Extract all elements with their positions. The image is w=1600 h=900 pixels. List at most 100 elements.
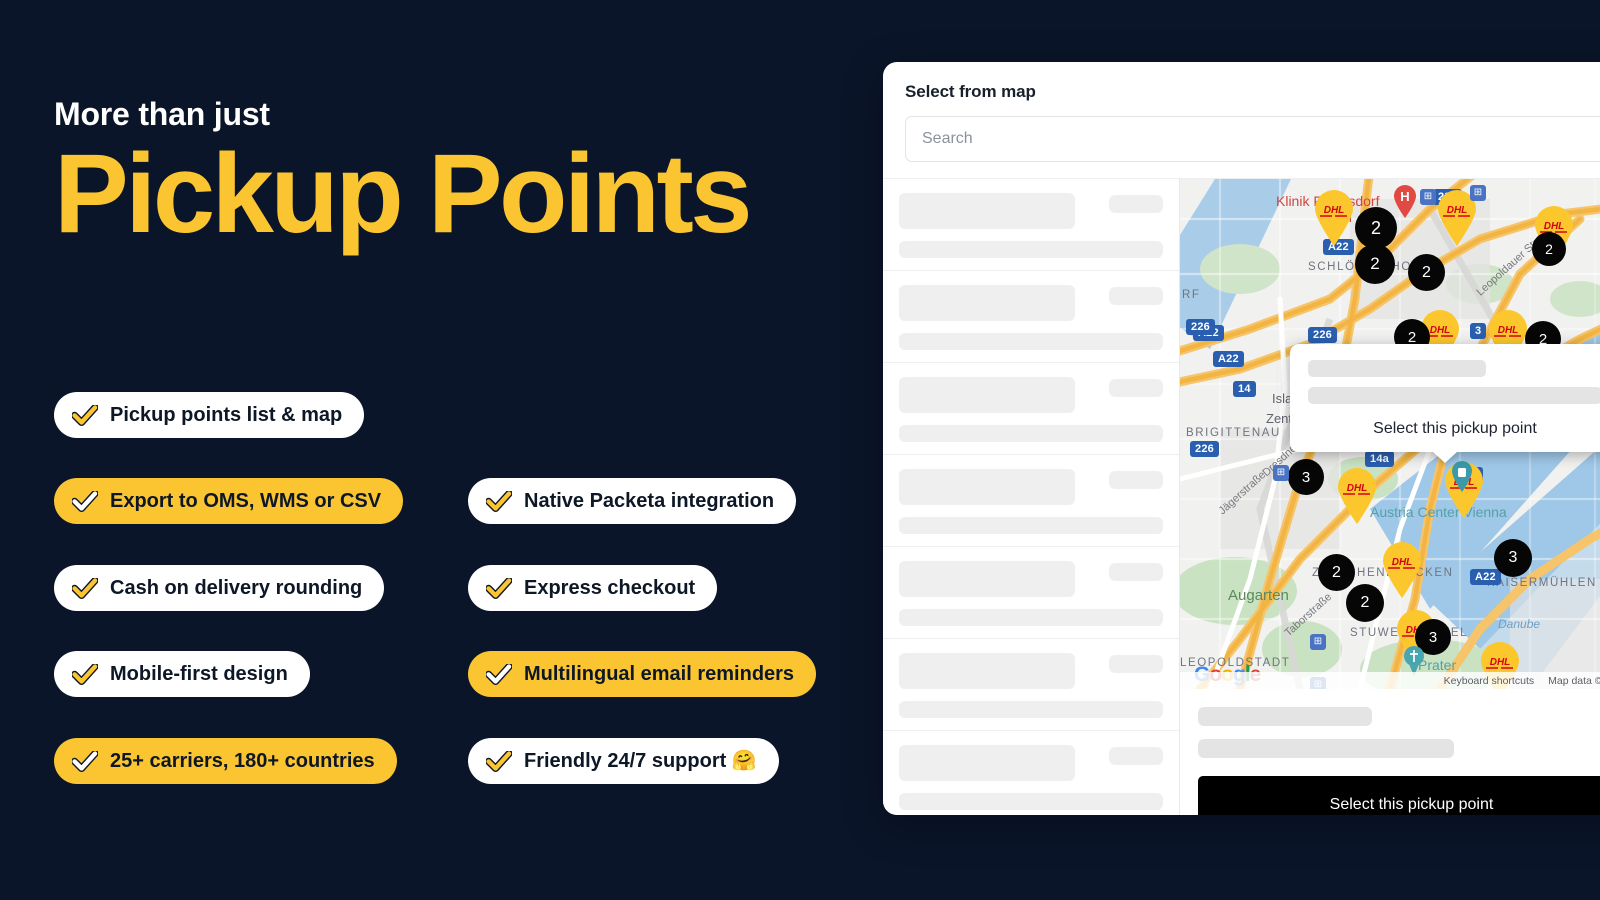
feature-pill-label: Express checkout [524, 577, 696, 599]
poi-marker[interactable] [1450, 461, 1474, 493]
feature-pill: Multilingual email reminders [468, 651, 817, 697]
list-item-skeleton-bar [899, 517, 1163, 534]
feature-pill: Pickup points list & map [54, 392, 365, 438]
modal-body: Klinik FloridsdorfWienSCHLÖSSELHOFRFLeop… [883, 178, 1600, 815]
list-item-skeleton-block [899, 653, 1075, 689]
dhl-pickup-point-pin[interactable]: DHL [1312, 189, 1356, 247]
feature-pill-label: Native Packeta integration [524, 490, 775, 512]
list-item-skeleton-block [899, 745, 1075, 781]
svg-text:DHL: DHL [1447, 205, 1468, 216]
hero-headline: Pickup Points [54, 131, 753, 256]
map-cluster-marker[interactable]: 3 [1288, 459, 1324, 495]
list-item-skeleton-bar [899, 425, 1163, 442]
check-icon [72, 404, 98, 426]
road-shield: 3 [1470, 323, 1487, 340]
svg-text:DHL: DHL [1430, 325, 1451, 336]
modal-header: Select from map [883, 62, 1600, 102]
list-item-skeleton-block [899, 469, 1075, 505]
map-label: Taborstraße [1282, 590, 1335, 640]
map-cluster-marker[interactable]: 2 [1318, 554, 1355, 591]
map-label: BRIGITTENAU [1186, 427, 1281, 439]
list-item[interactable] [883, 271, 1179, 363]
road-shield: 226 [1308, 327, 1337, 344]
feature-pill-list: Pickup points list & map Export to OMS, W… [54, 392, 894, 812]
svg-text:DHL: DHL [1324, 205, 1345, 216]
list-item-skeleton-chip [1109, 379, 1163, 397]
pickup-point-list[interactable] [883, 178, 1180, 815]
map-pane: Klinik FloridsdorfWienSCHLÖSSELHOFRFLeop… [1180, 178, 1600, 815]
feature-pill-label: Cash on delivery rounding [110, 577, 363, 599]
feature-pill: Native Packeta integration [468, 478, 797, 524]
map-cluster-marker[interactable]: 2 [1346, 584, 1384, 622]
list-item-skeleton-bar [899, 333, 1163, 350]
search-row [883, 102, 1600, 178]
select-from-map-modal: Select from map Search Klinik RF Leopold… [883, 62, 1600, 815]
hospital-marker[interactable]: H [1392, 185, 1418, 219]
check-icon [486, 577, 512, 599]
feature-pill: Export to OMS, WMS or CSV [54, 478, 404, 524]
feature-pill-label: Multilingual email reminders [524, 663, 795, 685]
map-cluster-marker[interactable]: 2 [1408, 254, 1445, 291]
select-pickup-point-button[interactable]: Select this pickup point [1198, 776, 1600, 815]
list-item-skeleton-bar [899, 609, 1163, 626]
marketing-column: More than just Pickup Points Pickup poin… [54, 0, 894, 900]
keyboard-shortcuts-label[interactable]: Keyboard shortcuts [1444, 675, 1534, 687]
map-label: Jägerstraße [1216, 468, 1269, 518]
list-item-skeleton-chip [1109, 195, 1163, 213]
map-label: KAISERMÜHLEN [1487, 577, 1597, 589]
transit-poi-icon: ⊞ [1420, 189, 1436, 205]
list-item[interactable] [883, 363, 1179, 455]
list-item-skeleton-chip [1109, 563, 1163, 581]
svg-text:DHL: DHL [1490, 657, 1511, 668]
list-item-skeleton-block [899, 285, 1075, 321]
info-skeleton-line [1308, 360, 1486, 377]
map-label: Danube [1498, 617, 1541, 631]
list-item[interactable] [883, 731, 1179, 815]
feature-pill: Friendly 24/7 support 🤗 [468, 738, 779, 784]
map-attribution-bar: Keyboard shortcuts Map data ©2024 G [1180, 672, 1600, 689]
map-cluster-marker[interactable]: 2 [1355, 244, 1395, 284]
transit-poi-icon: ⊞ [1470, 185, 1486, 201]
check-icon [72, 577, 98, 599]
info-window-tail [1432, 451, 1458, 463]
map-cluster-marker[interactable]: 2 [1355, 207, 1397, 249]
map-cluster-marker[interactable]: 2 [1532, 232, 1566, 266]
search-input[interactable] [905, 116, 1600, 162]
list-item-skeleton-block [899, 377, 1075, 413]
road-shield: A22 [1213, 351, 1244, 368]
map-label: Austria Center Vienna [1370, 504, 1507, 520]
dhl-pickup-point-pin[interactable]: DHL [1335, 467, 1379, 525]
detail-skeleton-line [1198, 707, 1372, 726]
feature-pill: 25+ carriers, 180+ countries [54, 738, 397, 784]
feature-pill: Cash on delivery rounding [54, 565, 385, 611]
svg-text:DHL: DHL [1544, 221, 1565, 232]
dhl-pickup-point-pin[interactable]: DHL [1380, 541, 1424, 599]
check-icon [486, 663, 512, 685]
list-item-skeleton-block [899, 193, 1075, 229]
list-item-skeleton-chip [1109, 655, 1163, 673]
list-item[interactable] [883, 179, 1179, 271]
google-map[interactable]: Klinik FloridsdorfWienSCHLÖSSELHOFRFLeop… [1180, 179, 1600, 689]
transit-poi-icon: ⊞ [1310, 634, 1326, 650]
map-data-label: Map data ©2024 G [1548, 674, 1600, 687]
page-root: More than just Pickup Points Pickup poin… [0, 0, 1600, 900]
road-shield: 14 [1233, 381, 1256, 398]
list-item-skeleton-block [899, 561, 1075, 597]
check-icon [72, 490, 98, 512]
road-shield: 226 [1186, 319, 1215, 336]
list-item[interactable] [883, 455, 1179, 547]
svg-text:DHL: DHL [1392, 557, 1413, 568]
pickup-point-detail: Select this pickup point [1180, 689, 1600, 815]
list-item-skeleton-chip [1109, 287, 1163, 305]
road-shield: 226 [1190, 441, 1219, 458]
feature-pill-label: Friendly 24/7 support 🤗 [524, 750, 757, 772]
pickup-point-info-window[interactable]: ✕ Select this pickup point [1290, 344, 1600, 463]
check-icon [72, 663, 98, 685]
list-item[interactable] [883, 639, 1179, 731]
info-window-select-link[interactable]: Select this pickup point [1308, 420, 1600, 438]
modal-title: Select from map [905, 82, 1036, 101]
map-cluster-marker[interactable]: 3 [1494, 539, 1532, 577]
check-icon [486, 750, 512, 772]
svg-text:H: H [1400, 189, 1409, 204]
list-item[interactable] [883, 547, 1179, 639]
